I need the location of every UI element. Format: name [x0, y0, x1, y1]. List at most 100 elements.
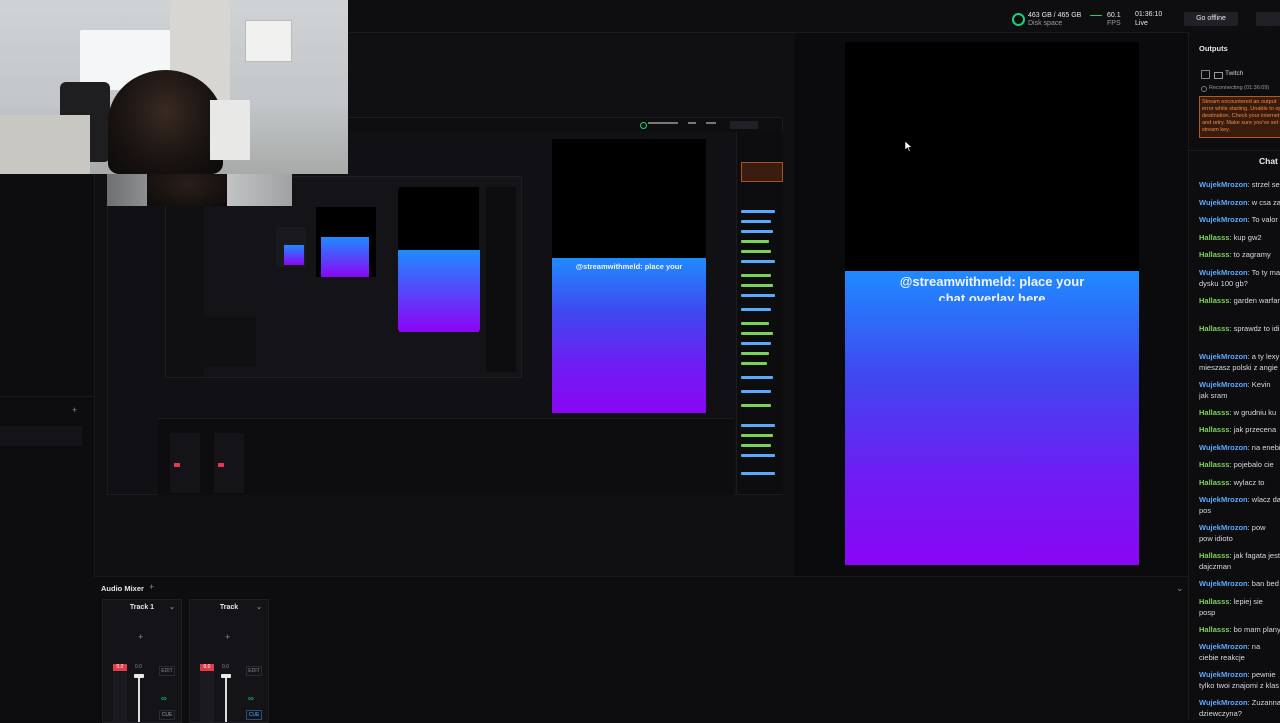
nested-chat-column: [486, 187, 516, 372]
disk-space-value: 463 GB / 465 GB: [1028, 12, 1082, 19]
track-2-edit-button[interactable]: EDIT: [246, 666, 262, 676]
nested-chat-row: [741, 322, 769, 325]
track-1-fader-track[interactable]: [138, 676, 140, 722]
chat-username[interactable]: WujekMrozon: [1199, 268, 1248, 277]
output-status: Reconnecting (01:36:09): [1209, 85, 1270, 91]
add-filter-icon[interactable]: +: [138, 632, 143, 642]
track-2-meter: [200, 672, 214, 722]
chat-message: Hallasss: w grudniu ku: [1199, 407, 1280, 418]
nested-error-box: [741, 162, 783, 182]
chat-title: Chat: [1259, 156, 1278, 166]
chat-username[interactable]: WujekMrozon: [1199, 198, 1248, 207]
track-2-fader-track[interactable]: [225, 676, 227, 722]
track-1-strip: Track 1 ⌄ + 0.0 0.0 EDIT ∞ CUE: [102, 599, 182, 723]
chat-username[interactable]: WujekMrozon: [1199, 215, 1248, 224]
chat-username[interactable]: Hallasss: [1199, 425, 1229, 434]
nested-preview-gradient-2: [398, 250, 480, 330]
nested-chat-row: [741, 342, 771, 345]
add-filter-icon[interactable]: +: [225, 632, 230, 642]
nested-level-4-gradient: [284, 245, 304, 265]
chat-message: WujekMrozon: ban bed: [1199, 578, 1280, 589]
chat-username[interactable]: WujekMrozon: [1199, 180, 1248, 189]
chat-username[interactable]: Hallasss: [1199, 233, 1229, 242]
track-1-cue-button[interactable]: CUE: [159, 710, 175, 720]
bed: [0, 115, 90, 174]
track-2-fader-knob[interactable]: [221, 674, 231, 678]
nested-chat-row: [741, 404, 771, 407]
chat-message: Hallasss: lepiej sie posp: [1199, 596, 1280, 618]
go-offline-button[interactable]: Go offline: [1184, 12, 1238, 26]
chat-message: Hallasss: garden warfar: [1199, 295, 1280, 317]
chat-message: WujekMrozon: To ty ma dysku 100 gb?: [1199, 267, 1280, 289]
chat-username[interactable]: Hallasss: [1199, 408, 1229, 417]
webcam-feed: [0, 0, 348, 174]
nested-chat-row: [741, 390, 771, 393]
chat-message: Hallasss: jak przecena: [1199, 424, 1280, 435]
output-error-text: Stream encountered an output error while…: [1202, 99, 1280, 133]
nested-chat-row: [741, 454, 775, 457]
chat-username[interactable]: WujekMrozon: [1199, 495, 1248, 504]
track-1-edit-button[interactable]: EDIT: [159, 666, 175, 676]
track-2-cue-button[interactable]: CUE: [246, 710, 262, 720]
chat-username[interactable]: WujekMrozon: [1199, 523, 1248, 532]
chat-username[interactable]: Hallasss: [1199, 460, 1229, 469]
chat-username[interactable]: WujekMrozon: [1199, 698, 1248, 707]
link-icon[interactable]: ∞: [248, 694, 254, 703]
add-track-icon[interactable]: +: [149, 582, 154, 592]
chat-username[interactable]: Hallasss: [1199, 250, 1229, 259]
chat-username[interactable]: Hallasss: [1199, 296, 1229, 305]
add-scene-icon[interactable]: +: [72, 405, 77, 415]
link-icon[interactable]: ∞: [161, 694, 167, 703]
track-1-header[interactable]: Track 1 ⌄: [103, 600, 181, 616]
nested-mixer: [196, 317, 256, 367]
outputs-title: Outputs: [1199, 44, 1228, 53]
chat-text: : pojebalo cie: [1229, 460, 1274, 469]
chat-message: WujekMrozon: Zuzanna dziewczyna?: [1199, 697, 1280, 719]
nested-ring-icon: [640, 122, 647, 129]
chat-username[interactable]: Hallasss: [1199, 324, 1229, 333]
twitch-checkbox[interactable]: [1201, 70, 1210, 79]
chat-divider: [1189, 150, 1280, 151]
track-2-strip: Track ⌄ + 0.0 0.0 EDIT ∞ CUE: [189, 599, 269, 723]
chat-username[interactable]: WujekMrozon: [1199, 352, 1248, 361]
scenes-panel: +: [0, 174, 95, 720]
chat-username[interactable]: Hallasss: [1199, 478, 1229, 487]
chat-username[interactable]: Hallasss: [1199, 551, 1229, 560]
person-head: [108, 70, 223, 174]
track-1-name: Track 1: [129, 604, 155, 611]
nested-chat-row: [741, 260, 775, 263]
nested-webcam-feed: [107, 174, 292, 206]
live-time-value: 01:36:10: [1135, 11, 1163, 18]
chat-username[interactable]: WujekMrozon: [1199, 642, 1248, 651]
chat-username[interactable]: WujekMrozon: [1199, 579, 1248, 588]
track-1-level: 0.0: [135, 664, 142, 670]
chat-username[interactable]: Hallasss: [1199, 597, 1229, 606]
nested-chat-row: [741, 284, 773, 287]
nested-meter: [174, 463, 180, 467]
chat-username[interactable]: WujekMrozon: [1199, 380, 1248, 389]
scene-item[interactable]: [0, 426, 82, 446]
chat-text: : sprawdz to idi: [1229, 323, 1280, 333]
nested-chat-row: [741, 274, 771, 277]
audio-mixer-title: Audio Mixer: [101, 584, 144, 593]
chat-username[interactable]: WujekMrozon: [1199, 443, 1248, 452]
nested-chat-row: [741, 220, 771, 223]
chat-username[interactable]: Hallasss: [1199, 625, 1229, 634]
track-2-header[interactable]: Track ⌄: [190, 600, 268, 616]
chat-username[interactable]: WujekMrozon: [1199, 670, 1248, 679]
topbar-extra-button[interactable]: [1256, 12, 1280, 26]
chat-message: WujekMrozon: pewnie tylko twoi znajomi z…: [1199, 669, 1280, 691]
chevron-down-icon[interactable]: ⌄: [1176, 583, 1184, 594]
chat-text: : w grudniu ku: [1229, 407, 1277, 417]
chat-overlay-placeholder: @streamwithmeld: place your chat overlay…: [845, 271, 1139, 565]
audio-mixer-panel: Audio Mixer + ⌄ Track 1 ⌄ + 0.0 0.0 EDIT …: [94, 576, 1188, 723]
track-1-meter: [113, 672, 127, 722]
nested-chat-row: [741, 240, 769, 243]
outputs-chat-panel: Outputs Twitch Reconnecting (01:36:09) S…: [1188, 32, 1280, 720]
nested-chat-row: [741, 250, 771, 253]
live-status-label: Live: [1135, 20, 1148, 27]
track-1-fader-knob[interactable]: [134, 674, 144, 678]
nested-chat-row: [741, 362, 767, 365]
chat-text: : kup gw2: [1229, 232, 1262, 242]
live-preview[interactable]: @streamwithmeld: place your chat overlay…: [845, 42, 1139, 565]
